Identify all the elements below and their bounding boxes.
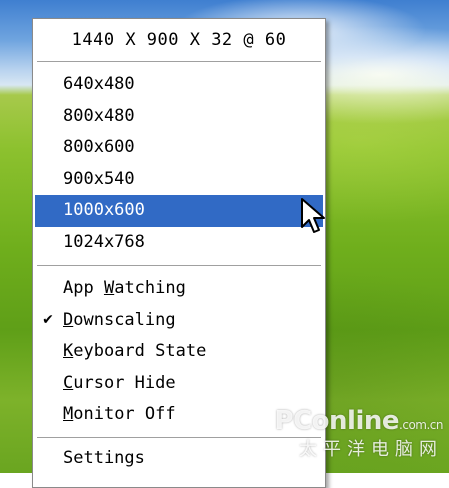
option-label-post: ursor Hide xyxy=(73,372,176,393)
option-accelerator-key: K xyxy=(63,341,74,361)
option-label-post: onitor Off xyxy=(73,404,176,424)
option-label-post: eyboard State xyxy=(73,341,207,361)
option-label-post: ownscaling xyxy=(73,309,176,330)
resolution-label: 1024x768 xyxy=(63,231,145,252)
resolution-item-640x480[interactable]: 640x480 xyxy=(33,69,325,101)
arrow-cursor-icon xyxy=(301,198,325,233)
resolution-item-1000x600[interactable]: 1000x600 xyxy=(35,195,323,227)
watermark-chinese: 太平洋电脑网 xyxy=(299,439,443,460)
option-label-post: atching xyxy=(114,278,186,298)
menu-item-downscaling[interactable]: ✔ Downscaling xyxy=(33,305,325,337)
resolution-label: 800x480 xyxy=(63,105,135,126)
option-accelerator-key: M xyxy=(63,404,74,424)
watermark-brand-name: PConline xyxy=(274,406,400,436)
resolution-item-900x540[interactable]: 900x540 xyxy=(33,164,325,196)
watermark: PConline.com.cn 太平洋电脑网 xyxy=(274,406,444,460)
resolution-item-800x600[interactable]: 800x600 xyxy=(33,132,325,164)
resolution-label: 640x480 xyxy=(63,74,135,94)
current-resolution-header: 1440 X 900 X 32 @ 60 xyxy=(71,30,287,50)
watermark-brand: PConline.com.cn xyxy=(274,406,444,438)
option-accelerator-key: W xyxy=(103,278,115,298)
menu-item-app-watching[interactable]: App Watching xyxy=(33,273,325,305)
option-label-pre: App xyxy=(63,278,104,298)
menu-item-cursor-hide[interactable]: Cursor Hide xyxy=(33,368,325,400)
option-accelerator-key: D xyxy=(63,309,74,330)
resolution-item-1024x768[interactable]: 1024x768 xyxy=(33,227,325,259)
resolution-label: 800x600 xyxy=(63,137,135,157)
resolution-list: 640x480 800x480 800x600 900x540 1000x600… xyxy=(33,63,325,265)
option-accelerator-key: C xyxy=(63,372,74,393)
watermark-domain: .com.cn xyxy=(399,418,443,432)
menu-item-keyboard-state[interactable]: Keyboard State xyxy=(33,336,325,368)
settings-label: Settings xyxy=(63,447,145,468)
checkmark-icon: ✔ xyxy=(42,311,54,328)
resolution-item-800x480[interactable]: 800x480 xyxy=(33,101,325,133)
resolution-label: 900x540 xyxy=(63,168,135,189)
resolution-label: 1000x600 xyxy=(63,200,145,220)
